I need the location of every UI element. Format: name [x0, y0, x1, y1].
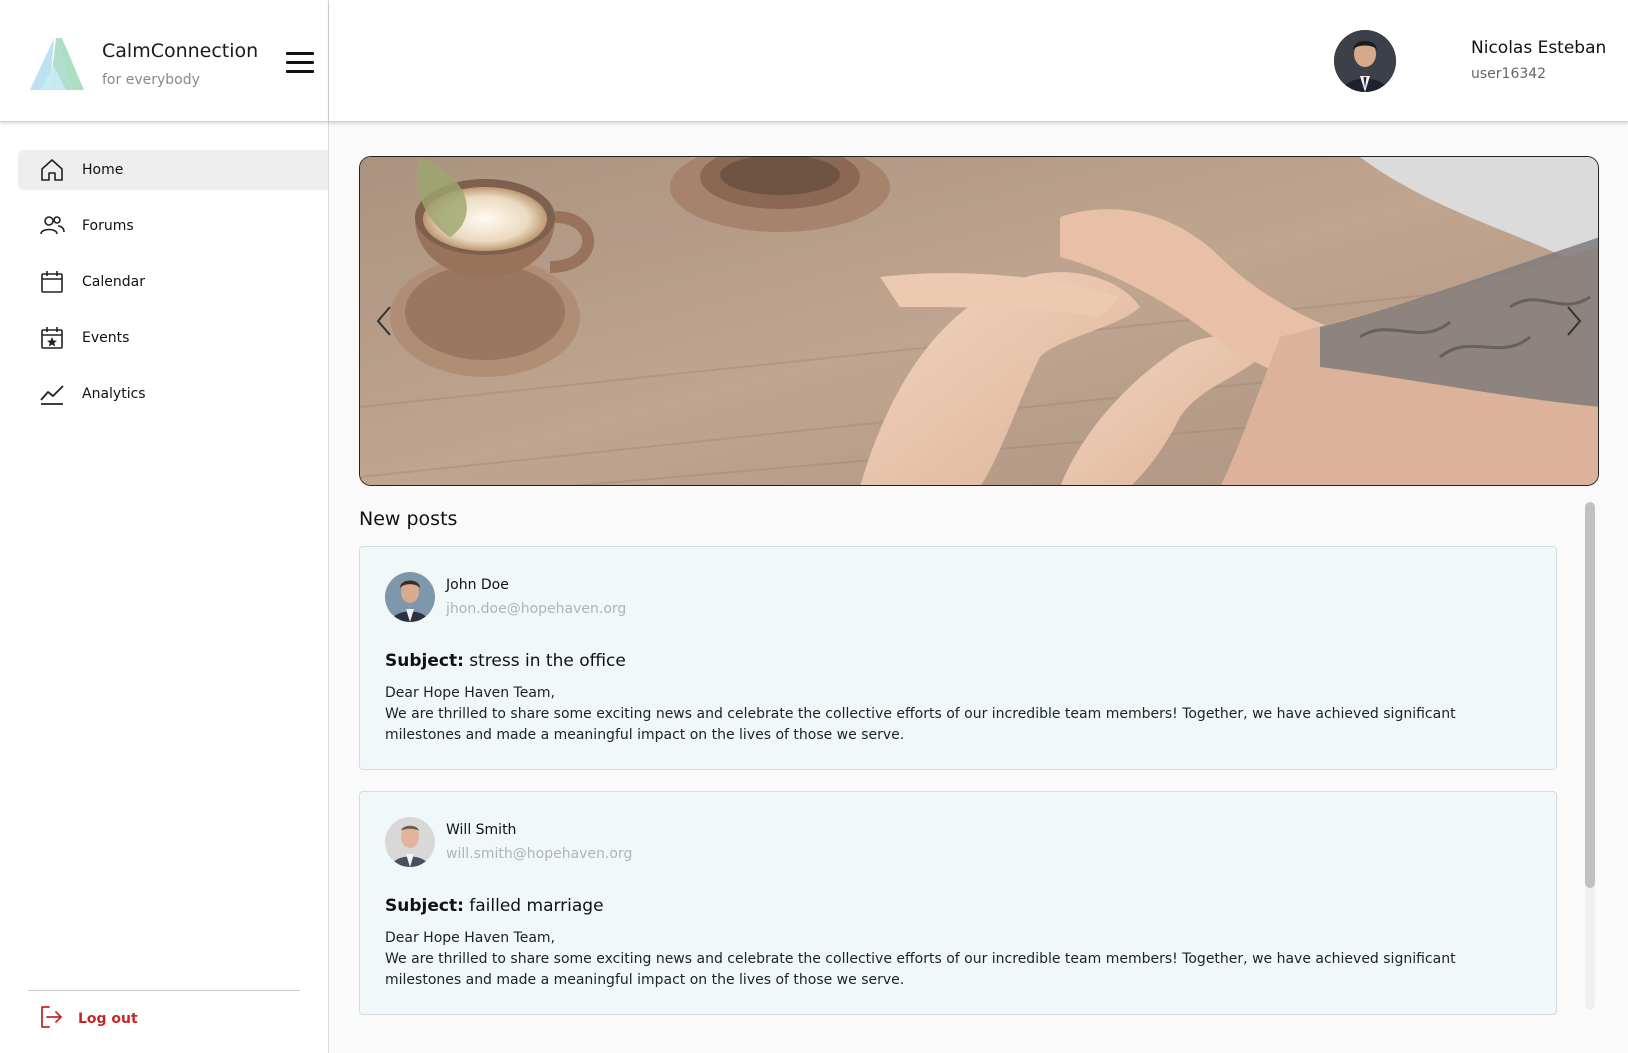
- post-greeting: Dear Hope Haven Team,: [385, 685, 556, 701]
- subject-text: stress in the office: [469, 651, 626, 671]
- top-bar: Nicolas Esteban user16342: [329, 0, 1628, 122]
- post-body: Dear Hope Haven Team, We are thrilled to…: [385, 928, 1505, 991]
- post-text: We are thrilled to share some exciting n…: [385, 706, 1456, 743]
- logout-icon: [38, 1004, 64, 1034]
- avatar: [385, 817, 435, 867]
- sidebar-item-label: Analytics: [82, 386, 146, 402]
- post-subject: Subject: stress in the office: [385, 651, 626, 671]
- post-author: John Doe: [446, 577, 509, 593]
- chevron-right-icon: [1567, 306, 1582, 336]
- user-name: Nicolas Esteban: [1471, 38, 1607, 58]
- sidebar-nav: Home Forums Calendar Events Analytics: [18, 150, 328, 430]
- brand-name: CalmConnection: [102, 40, 259, 62]
- section-title: New posts: [359, 508, 458, 530]
- sidebar-item-label: Home: [82, 162, 124, 178]
- sidebar-item-calendar[interactable]: Calendar: [18, 262, 328, 302]
- post-email: will.smith@hopehaven.org: [446, 846, 633, 862]
- logout-button[interactable]: Log out: [38, 1004, 138, 1034]
- sidebar-item-events[interactable]: Events: [18, 318, 328, 358]
- brand-tagline: for everybody: [102, 72, 200, 88]
- sidebar-item-analytics[interactable]: Analytics: [18, 374, 328, 414]
- sidebar-item-home[interactable]: Home: [18, 150, 328, 190]
- hero-image: [360, 157, 1598, 485]
- hamburger-menu-icon[interactable]: [286, 52, 314, 76]
- post-greeting: Dear Hope Haven Team,: [385, 930, 556, 946]
- post-text: We are thrilled to share some exciting n…: [385, 951, 1456, 988]
- calendar-icon: [38, 268, 66, 296]
- chart-line-icon: [38, 380, 66, 408]
- posts-list: John Doe jhon.doe@hopehaven.org Subject:…: [359, 546, 1557, 1036]
- post-card[interactable]: Will Smith will.smith@hopehaven.org Subj…: [359, 791, 1557, 1015]
- divider: [28, 990, 300, 991]
- post-author: Will Smith: [446, 822, 517, 838]
- logout-label: Log out: [78, 1011, 138, 1027]
- scrollbar-thumb[interactable]: [1585, 502, 1595, 888]
- chevron-left-icon: [376, 306, 391, 336]
- post-body: Dear Hope Haven Team, We are thrilled to…: [385, 683, 1505, 746]
- sidebar: CalmConnection for everybody Home Forums…: [0, 0, 329, 1053]
- sidebar-item-label: Forums: [82, 218, 134, 234]
- user-handle: user16342: [1471, 66, 1547, 82]
- user-avatar[interactable]: [1334, 30, 1396, 92]
- hero-carousel[interactable]: [359, 156, 1599, 486]
- brand-header: CalmConnection for everybody: [0, 0, 328, 122]
- sidebar-item-label: Events: [82, 330, 130, 346]
- post-card[interactable]: John Doe jhon.doe@hopehaven.org Subject:…: [359, 546, 1557, 770]
- event-star-icon: [38, 324, 66, 352]
- avatar: [385, 572, 435, 622]
- subject-label: Subject:: [385, 651, 464, 671]
- post-email: jhon.doe@hopehaven.org: [446, 601, 627, 617]
- scrollbar[interactable]: [1585, 502, 1595, 1010]
- calmconnection-logo-icon: [30, 38, 84, 90]
- post-subject: Subject: failled marriage: [385, 896, 604, 916]
- subject-text: failled marriage: [469, 896, 604, 916]
- subject-label: Subject:: [385, 896, 464, 916]
- home-icon: [38, 156, 66, 184]
- users-icon: [38, 212, 66, 240]
- sidebar-item-label: Calendar: [82, 274, 145, 290]
- carousel-next-button[interactable]: [1558, 301, 1588, 341]
- sidebar-item-forums[interactable]: Forums: [18, 206, 328, 246]
- carousel-prev-button[interactable]: [370, 301, 400, 341]
